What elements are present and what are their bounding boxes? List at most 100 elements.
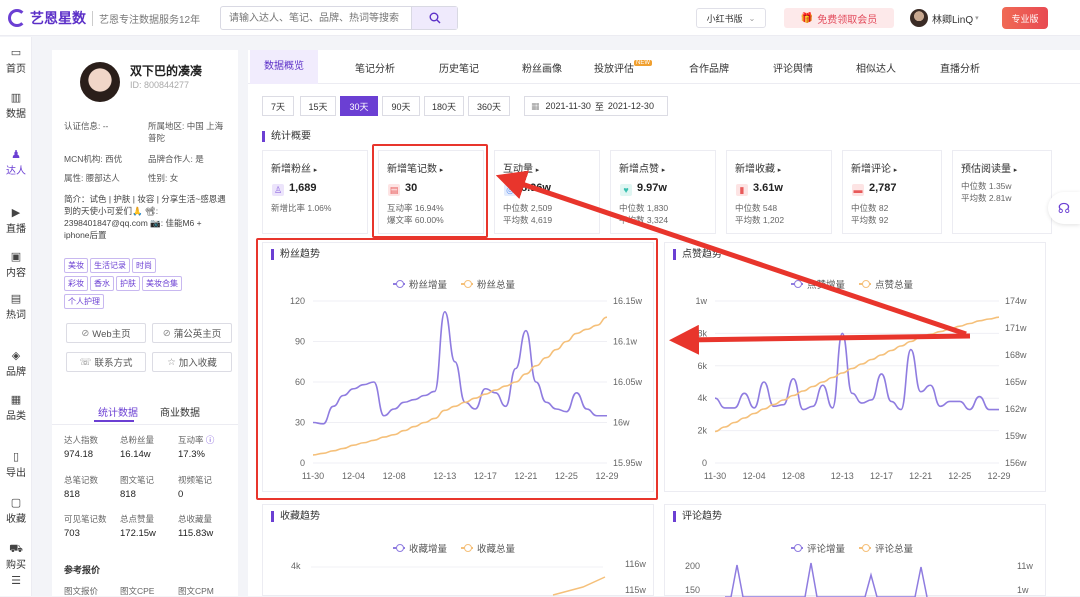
quote-title: 参考报价 bbox=[64, 565, 101, 575]
contact-button[interactable]: ☏ 联系方式 bbox=[66, 352, 146, 372]
y-tick-label: 159w bbox=[1005, 431, 1027, 441]
logo[interactable]: 艺恩星数 艺恩专注数据服务12年 bbox=[8, 8, 200, 28]
search-input[interactable] bbox=[221, 7, 411, 29]
pro-button[interactable]: 专业版 bbox=[1002, 7, 1048, 29]
card-new-likes[interactable]: 新增点赞 ▸ ♥ 9.97w 中位数 1,830 平均数 3,324 bbox=[610, 150, 716, 234]
nav-item-content[interactable]: ▣ 内容 bbox=[0, 251, 32, 279]
tag[interactable]: 彩妆 bbox=[64, 276, 88, 291]
stat-value: 16.14w bbox=[120, 449, 151, 460]
bio-line: 2398401847@qq.com 📷: 佳能M6 + bbox=[64, 218, 202, 228]
tab-brand-cooperation[interactable]: 合作品牌 bbox=[689, 60, 729, 75]
tab-stats[interactable]: 统计数据 bbox=[98, 404, 138, 419]
x-tick-label: 12-21 bbox=[909, 471, 932, 481]
card-new-favorites[interactable]: 新增收藏 ▸ ▮ 3.61w 中位数 548 平均数 1,202 bbox=[726, 150, 832, 234]
stat-value: 172.15w bbox=[120, 528, 156, 539]
stat-label: 达人指数 bbox=[64, 435, 99, 445]
nav-label: 导出 bbox=[6, 468, 26, 479]
menu-icon[interactable]: ☰ bbox=[0, 575, 32, 588]
nav-item-hotword[interactable]: ▤ 热词 bbox=[0, 293, 32, 321]
nav-item-cart[interactable]: ⛟ 购买 bbox=[0, 543, 32, 571]
nav-item-home[interactable]: ▭ 首页 bbox=[0, 47, 32, 75]
content-icon: ▣ bbox=[10, 251, 22, 263]
nav-item-live[interactable]: ▶ 直播 bbox=[0, 207, 32, 235]
tab-history-notes[interactable]: 历史笔记 bbox=[439, 60, 479, 75]
tag-list: 美妆 生活记录 时尚 彩妆 香水 护肤 美妆合集 个人护理 bbox=[64, 258, 232, 312]
avatar bbox=[80, 62, 120, 102]
search-button[interactable] bbox=[411, 7, 457, 29]
card-sub: 平均数 92 bbox=[851, 215, 889, 225]
y-tick-label: 2k bbox=[697, 426, 707, 436]
card-title: 预估阅读量 ▸ bbox=[961, 164, 1018, 175]
legend-label[interactable]: 点赞总量 bbox=[875, 277, 913, 291]
tab-live-analysis[interactable]: 直播分析 bbox=[940, 60, 980, 75]
card-title: 新增评论 ▸ bbox=[851, 164, 898, 175]
region-extra: 普陀 bbox=[148, 133, 166, 143]
nav-item-favorite[interactable]: ▢ 收藏 bbox=[0, 497, 32, 525]
tab-indicator bbox=[94, 420, 134, 422]
range-180d[interactable]: 180天 bbox=[424, 96, 464, 116]
range-15d[interactable]: 15天 bbox=[300, 96, 336, 116]
nav-label: 内容 bbox=[6, 268, 26, 279]
thumb-up-icon: ♥ bbox=[620, 184, 632, 196]
comment-icon: ▬ bbox=[852, 184, 864, 196]
date-sep: 至 bbox=[594, 101, 604, 112]
overview-title: 统计概要 bbox=[262, 131, 311, 142]
range-7d[interactable]: 7天 bbox=[262, 96, 294, 116]
web-homepage-button[interactable]: ⊘ Web主页 bbox=[66, 323, 146, 343]
nav-item-brand[interactable]: ◈ 品牌 bbox=[0, 350, 32, 378]
legend-label[interactable]: 点赞增量 bbox=[807, 277, 845, 291]
tag[interactable]: 美妆 bbox=[64, 258, 88, 273]
tab-placement-eval[interactable]: 投放评估NEW bbox=[594, 60, 652, 75]
nav-item-category[interactable]: ▦ 品类 bbox=[0, 394, 32, 422]
y-tick-label: 162w bbox=[1005, 404, 1027, 414]
favorite-icon: ▢ bbox=[10, 497, 22, 509]
tag[interactable]: 美妆合集 bbox=[142, 276, 182, 291]
tag[interactable]: 生活记录 bbox=[90, 258, 130, 273]
edition-select[interactable]: 小红书版 ⌄ bbox=[696, 8, 766, 28]
tab-comment-sentiment[interactable]: 评论舆情 bbox=[773, 60, 813, 75]
card-est-reads[interactable]: 预估阅读量 ▸ 中位数 1.35w 平均数 2.81w bbox=[952, 150, 1052, 234]
nav-item-export[interactable]: ▯ 导出 bbox=[0, 451, 32, 479]
nav-item-creator[interactable]: ♟ 达人 bbox=[0, 149, 32, 177]
y-tick-label: 168w bbox=[1005, 350, 1027, 360]
date-start: 2021-11-30 bbox=[545, 101, 591, 111]
user-menu[interactable]: 林卿LinQ ▾ bbox=[910, 9, 979, 27]
tab-similar-creators[interactable]: 相似达人 bbox=[856, 60, 896, 75]
stat-label: 图文笔记 bbox=[120, 475, 155, 485]
tag[interactable]: 个人护理 bbox=[64, 294, 104, 309]
tab-overview[interactable]: 数据概览 bbox=[250, 50, 318, 84]
x-tick-label: 11-30 bbox=[704, 471, 726, 481]
range-360d[interactable]: 360天 bbox=[468, 96, 510, 116]
add-favorite-button[interactable]: ☆ 加入收藏 bbox=[152, 352, 232, 372]
date-range-picker[interactable]: ▦ 2021-11-30 至 2021-12-30 bbox=[524, 96, 668, 116]
range-90d[interactable]: 90天 bbox=[382, 96, 420, 116]
highlight-box bbox=[372, 144, 488, 238]
interaction-icon: ◎ bbox=[504, 184, 516, 196]
favorites-trend-panel: 收藏趋势 收藏增量 收藏总量 4k 116w 115w bbox=[262, 504, 654, 596]
tab-business[interactable]: 商业数据 bbox=[160, 404, 200, 419]
bio-line: 到的天使小可爱们🙏 📽: bbox=[64, 206, 159, 216]
customer-service-button[interactable]: ☊ bbox=[1048, 192, 1080, 224]
card-title: 新增粉丝 ▸ bbox=[271, 164, 318, 175]
stat-label: 总点赞量 bbox=[120, 514, 155, 524]
tab-note-analysis[interactable]: 笔记分析 bbox=[355, 60, 395, 75]
chevron-down-icon: ⌄ bbox=[748, 13, 756, 23]
pugongying-homepage-button[interactable]: ⊘ 蒲公英主页 bbox=[152, 323, 232, 343]
vip-button[interactable]: 🎁 免费领取会员 bbox=[784, 8, 894, 28]
tag[interactable]: 时尚 bbox=[132, 258, 156, 273]
tag[interactable]: 香水 bbox=[90, 276, 114, 291]
card-new-comments[interactable]: 新增评论 ▸ ▬ 2,787 中位数 82 平均数 92 bbox=[842, 150, 942, 234]
tag[interactable]: 护肤 bbox=[116, 276, 140, 291]
range-30d[interactable]: 30天 bbox=[340, 96, 378, 116]
card-new-fans[interactable]: 新增粉丝 ▸ ♙ 1,689 新增比率 1.06% bbox=[262, 150, 368, 234]
vip-label: 免费领取会员 bbox=[817, 14, 878, 26]
stat-value: 974.18 bbox=[64, 449, 94, 460]
nav-item-data[interactable]: ▥ 数据 bbox=[0, 92, 32, 120]
favorites-total-line bbox=[311, 566, 606, 596]
card-value: 8.96w bbox=[521, 182, 551, 194]
legend-marker bbox=[791, 280, 803, 288]
tab-fan-profile[interactable]: 粉丝画像 bbox=[522, 60, 562, 75]
card-interactions[interactable]: 互动量 ▸ ◎ 8.96w 中位数 2,509 平均数 4,619 bbox=[494, 150, 600, 234]
x-tick-label: 12-25 bbox=[948, 471, 971, 481]
info-icon[interactable]: ⓘ bbox=[206, 435, 215, 445]
